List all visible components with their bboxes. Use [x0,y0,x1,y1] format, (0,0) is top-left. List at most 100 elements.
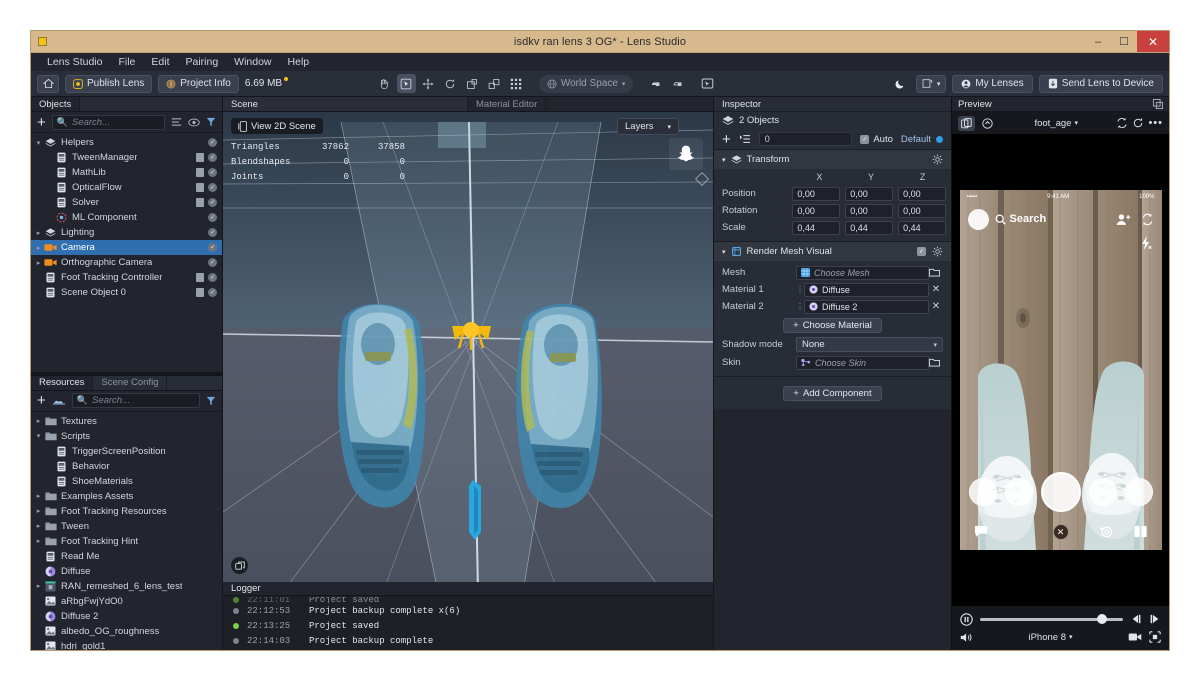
volume-icon[interactable] [960,632,973,643]
resources-search-input[interactable]: 🔍 Search... [72,393,200,408]
tab-scene[interactable]: Scene [223,97,468,111]
material2-field[interactable]: Diffuse 2 [804,300,929,314]
visibility-toggle[interactable]: ✓ [208,213,217,222]
transform-field-y[interactable]: 0,44 [845,221,893,235]
home-icon[interactable] [37,75,59,93]
lens-carousel[interactable] [960,472,1162,512]
disclosure-triangle-icon[interactable]: ▾ [33,139,44,147]
transform-field-x[interactable]: 0,00 [792,204,840,218]
transform-field-y[interactable]: 0,00 [845,187,893,201]
material1-field[interactable]: Diffuse [804,283,929,297]
disclosure-triangle-icon[interactable]: ▾ [33,432,44,440]
resource-tree-row[interactable]: TriggerScreenPosition [31,444,222,459]
scale-tool-icon[interactable] [463,74,482,93]
reset-icon[interactable] [1116,117,1128,129]
component-badge-icon[interactable] [196,168,204,177]
resource-tree-row[interactable]: ▾Scripts [31,429,222,444]
list-view-icon[interactable] [171,117,182,127]
hand-tool-icon[interactable] [375,74,394,93]
object-tree-row[interactable]: OpticalFlow✓ [31,180,222,195]
move-tool-icon[interactable] [419,74,438,93]
eye-icon[interactable] [188,118,200,127]
object-tree-row[interactable]: MathLib✓ [31,165,222,180]
snap-vertex-icon[interactable] [668,74,687,93]
flash-off-icon[interactable] [1140,236,1153,250]
menu-file[interactable]: File [110,53,143,71]
lens-carousel-item-active[interactable] [1041,472,1081,512]
view-2d-scene-button[interactable]: View 2D Scene [231,118,323,134]
choose-material-button[interactable]: + Choose Material [783,318,882,333]
add-component-plus-button[interactable]: + [722,132,731,147]
capture-icon[interactable] [231,557,248,574]
tab-objects[interactable]: Objects [31,97,80,111]
restart-icon[interactable] [1132,117,1144,129]
object-tree-row[interactable]: Solver✓ [31,195,222,210]
disclosure-triangle-icon[interactable]: ▸ [33,259,44,267]
close-lens-icon[interactable]: ✕ [1053,524,1069,540]
snap-object-icon[interactable] [646,74,665,93]
grid-tool-icon[interactable] [507,74,526,93]
resource-tree-row[interactable]: ▸Examples Assets [31,489,222,504]
folder-browse-icon[interactable] [929,358,943,367]
more-icon[interactable]: ••• [1148,117,1163,129]
playback-slider-knob[interactable] [1097,614,1107,624]
step-forward-icon[interactable] [1149,614,1161,624]
preview-lens-dropdown[interactable]: foot_age ▾ [1034,118,1078,129]
menu-window[interactable]: Window [226,53,279,71]
publish-lens-button[interactable]: Publish Lens [65,75,152,93]
object-tree-row[interactable]: TweenManager✓ [31,150,222,165]
transform-field-x[interactable]: 0,44 [792,221,840,235]
lens-carousel-item[interactable] [1005,478,1033,506]
device-dropdown[interactable]: iPhone 8 ▾ [1028,632,1072,643]
tab-scene-config[interactable]: Scene Config [93,376,167,390]
transform-field-z[interactable]: 0,00 [898,187,946,201]
rotate-tool-icon[interactable] [441,74,460,93]
step-back-icon[interactable] [1130,614,1142,624]
component-badge-icon[interactable] [196,153,204,162]
object-tree-row[interactable]: ▾Helpers✓ [31,135,222,150]
layer-value-field[interactable]: 0 [759,132,853,146]
resource-tree-row[interactable]: ▸Foot Tracking Resources [31,504,222,519]
resource-tree-row[interactable]: Diffuse [31,564,222,579]
object-tree-row[interactable]: Scene Object 0✓ [31,285,222,300]
drag-handle-icon[interactable]: ⋮ [796,285,804,294]
object-tree-row[interactable]: ▸Lighting✓ [31,225,222,240]
resource-tree-row[interactable]: ShoeMaterials [31,474,222,489]
phone-search-button[interactable]: Search [995,213,1047,225]
tab-resources[interactable]: Resources [31,376,93,390]
resource-tree-row[interactable]: aRbgFwjYdO0 [31,594,222,609]
render-mesh-visual-header[interactable]: ▾ Render Mesh Visual ✓ [714,242,951,261]
visibility-toggle[interactable]: ✓ [208,288,217,297]
disclosure-triangle-icon[interactable]: ▸ [33,522,44,530]
stories-icon[interactable] [1134,525,1148,538]
resource-tree-row[interactable]: Diffuse 2 [31,609,222,624]
preview-stage[interactable]: ▪▪▪▪▪ 9:41 AM 100% Search [952,134,1169,606]
my-lenses-button[interactable]: My Lenses [952,75,1032,93]
lens-carousel-item[interactable] [969,478,997,506]
resource-tree-row[interactable]: Behavior [31,459,222,474]
visibility-toggle[interactable]: ✓ [208,273,217,282]
lens-carousel-item[interactable] [1089,478,1117,506]
disclosure-triangle-icon[interactable]: ▸ [33,229,44,237]
tab-logger[interactable]: Logger [223,583,269,594]
flip-camera-icon[interactable] [1141,213,1154,226]
objects-search-input[interactable]: 🔍 Search... [52,115,165,130]
capture-dropdown-button[interactable]: ▾ [916,75,947,93]
rect-select-icon[interactable] [698,74,717,93]
menu-pairing[interactable]: Pairing [177,53,226,71]
object-tree-row[interactable]: ▸Camera✓ [31,240,222,255]
chat-icon[interactable] [974,525,988,538]
resource-tree-row[interactable]: Read Me [31,549,222,564]
avatar[interactable] [968,209,989,230]
remove-material1-icon[interactable]: ✕ [929,284,943,295]
drag-handle-icon[interactable]: ⋮ [796,302,804,311]
default-layer-selector[interactable]: Default [901,134,943,145]
disclosure-triangle-icon[interactable]: ▸ [33,507,44,515]
screenshot-icon[interactable] [1149,631,1161,643]
send-lens-to-device-button[interactable]: Send Lens to Device [1039,75,1163,93]
select-tool-icon[interactable] [397,74,416,93]
transform-field-z[interactable]: 0,44 [898,221,946,235]
menu-lens-studio[interactable]: Lens Studio [39,53,110,71]
enabled-checkbox[interactable]: ✓ [917,247,926,256]
visibility-toggle[interactable]: ✓ [208,258,217,267]
